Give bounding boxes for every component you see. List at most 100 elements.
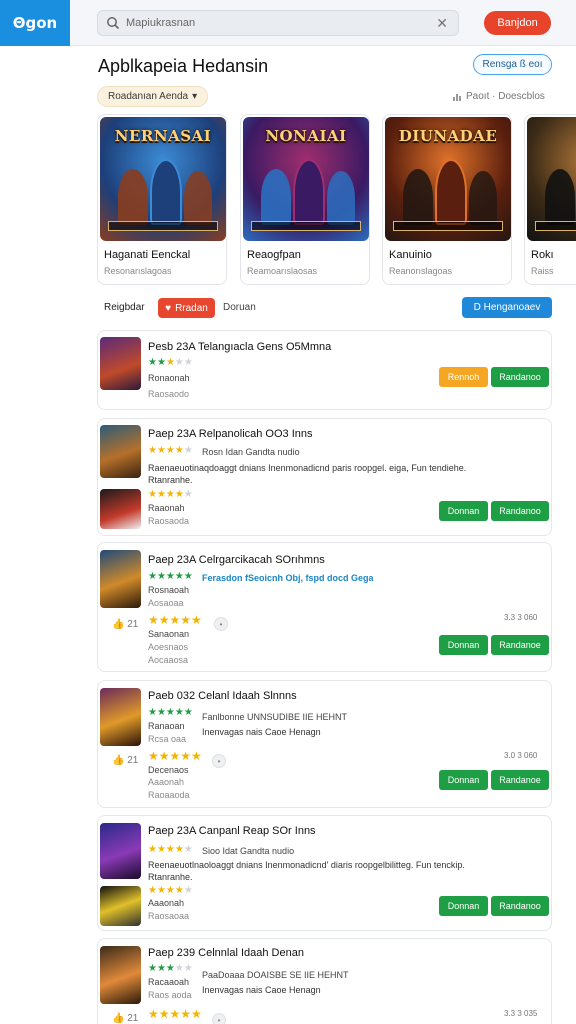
- list-card[interactable]: Pesb 23A Telangıacla Gens O5Mmna ★★★★★ R…: [97, 330, 552, 410]
- game-thumbnail-small[interactable]: [100, 489, 141, 529]
- card-subtitle: PaaDoaaa DOAISBE SE IIE HEHNT: [202, 970, 349, 980]
- card-line: Aoesnaos: [148, 642, 189, 652]
- sort-chip[interactable]: Roadanıan Aenda ▾: [97, 86, 209, 107]
- art-banner: [535, 221, 576, 231]
- featured-art[interactable]: DIUNADAE: [385, 117, 511, 241]
- character-figure: [261, 169, 291, 225]
- card-title[interactable]: Paep 23A Canpanl Reap SOr Inns: [148, 825, 316, 837]
- featured-art[interactable]: B: [527, 117, 576, 241]
- primary-button[interactable]: Randanoe: [491, 635, 549, 655]
- featured-name[interactable]: Rokı: [531, 249, 554, 261]
- secondary-button[interactable]: Rennoh: [439, 367, 488, 387]
- rating-stars: ★★★★★: [148, 963, 193, 974]
- stat-value: 3.3 3 060: [504, 613, 538, 622]
- more-icon[interactable]: •: [212, 1013, 226, 1024]
- rating-stars-secondary: ★★★★★: [148, 489, 193, 500]
- rating-stars: ★★★★★: [148, 571, 193, 582]
- rating-stars-secondary: ★★★★★: [148, 749, 202, 763]
- sort-chip-label: Roadanıan Aenda: [108, 91, 189, 102]
- rating-stars-secondary: ★★★★★: [148, 613, 202, 627]
- card-title[interactable]: Paep 23A Celrgarcikacah SOrıhmns: [148, 554, 325, 566]
- featured-subtitle: Reamoarıslaosas: [247, 266, 318, 276]
- game-thumbnail[interactable]: [100, 946, 141, 1004]
- filter-action-button[interactable]: D Henganoaev: [462, 297, 552, 318]
- featured-subtitle: Resonarıslagoas: [104, 266, 172, 276]
- character-figure: [184, 171, 212, 225]
- game-thumbnail[interactable]: [100, 337, 141, 390]
- game-thumbnail[interactable]: [100, 425, 141, 478]
- game-thumbnail[interactable]: [100, 550, 141, 608]
- card-description: Raenaeuotinaqdoaggt dnians Inenmonadicnd…: [148, 463, 467, 473]
- featured-art[interactable]: NERNASAI: [100, 117, 226, 241]
- card-line: Racaaoah: [148, 977, 190, 987]
- app-logo[interactable]: Θgon: [0, 0, 70, 46]
- list-card[interactable]: Paep 23A Relpanolicah OO3 Inns ★★★★★ Ros…: [97, 418, 552, 536]
- featured-card[interactable]: DIUNADAE Kanuinio Reanorıslagoas: [382, 114, 512, 285]
- like-count[interactable]: 👍 21: [112, 1013, 138, 1024]
- card-line: Decenaos: [148, 765, 189, 775]
- list-card[interactable]: Paep 23A Canpanl Reap SOr Inns ★★★★★ Sio…: [97, 815, 552, 931]
- card-title[interactable]: Paeb 032 Celanl Idaah Slnnns: [148, 690, 297, 702]
- card-title[interactable]: Pesb 23A Telangıacla Gens O5Mmna: [148, 341, 331, 353]
- rating-stars: ★★★★★: [148, 357, 193, 368]
- rating-stars-secondary: ★★★★★: [148, 885, 193, 896]
- sign-in-button[interactable]: Banjdon: [484, 11, 551, 35]
- featured-name[interactable]: Reaogfpan: [247, 249, 301, 261]
- featured-name[interactable]: Kanuinio: [389, 249, 432, 261]
- character-figure: [469, 171, 497, 225]
- secondary-button[interactable]: Donnan: [439, 635, 488, 655]
- card-line: Aaaonah: [148, 777, 185, 787]
- featured-card[interactable]: NERNASAI Haganati Eenckal Resonarıslagoas: [97, 114, 227, 285]
- featured-card[interactable]: B Rokı Raiss: [524, 114, 576, 285]
- game-thumbnail-small[interactable]: [100, 886, 141, 926]
- rating-stars: ★★★★★: [148, 844, 193, 855]
- featured-art[interactable]: NONAIAI: [243, 117, 369, 241]
- game-thumbnail[interactable]: [100, 823, 141, 879]
- list-card[interactable]: Paeb 032 Celanl Idaah Slnnns ★★★★★ Fanlb…: [97, 680, 552, 808]
- primary-button[interactable]: Randanoo: [491, 367, 549, 387]
- featured-art-title: NERNASAI: [114, 127, 212, 145]
- more-icon[interactable]: •: [214, 617, 228, 631]
- like-count-value: 21: [127, 619, 139, 630]
- chevron-down-icon: ▾: [192, 91, 198, 102]
- filter-active-button[interactable]: ♥ Rradan: [158, 298, 215, 318]
- featured-art-title: NONAIAI: [265, 127, 347, 145]
- card-line: Aaaonah: [148, 898, 185, 908]
- like-count[interactable]: 👍 21: [112, 755, 138, 766]
- header-outline-button[interactable]: Rensga ß eoı: [473, 54, 552, 75]
- card-title[interactable]: Paep 239 Celnnlal Idaah Denan: [148, 947, 304, 959]
- primary-button[interactable]: Randanoo: [491, 896, 549, 916]
- featured-subtitle: Raiss: [531, 266, 554, 276]
- thumbs-up-icon: 👍: [112, 755, 125, 766]
- card-line: Sanaonan: [148, 629, 190, 639]
- card-line: Raos aoda: [148, 990, 192, 1000]
- character-figure: [403, 169, 433, 225]
- secondary-button[interactable]: Donnan: [439, 896, 488, 916]
- secondary-button[interactable]: Donnan: [439, 770, 488, 790]
- card-title[interactable]: Paep 23A Relpanolicah OO3 Inns: [148, 428, 313, 440]
- primary-button[interactable]: Randanoe: [491, 770, 549, 790]
- top-bar: Θgon ✕ Banjdon: [0, 0, 576, 46]
- card-description-2: Rtanranhe.: [148, 475, 193, 485]
- primary-button[interactable]: Randanoo: [491, 501, 549, 521]
- search-bar[interactable]: ✕: [97, 10, 459, 36]
- search-input[interactable]: [126, 17, 416, 29]
- search-icon: [106, 16, 120, 30]
- card-description: Reenaeuotlnaoloaggt dnians Inenmonadicnd…: [148, 860, 465, 870]
- like-count[interactable]: 👍 21: [112, 619, 138, 630]
- clear-search-icon[interactable]: ✕: [436, 15, 448, 32]
- list-card[interactable]: Paep 23A Celrgarcikacah SOrıhmns ★★★★★ F…: [97, 542, 552, 672]
- card-line: Raosaoda: [148, 516, 190, 526]
- game-thumbnail[interactable]: [100, 688, 141, 746]
- rating-stars: ★★★★★: [148, 707, 193, 718]
- list-card[interactable]: Paep 239 Celnnlal Idaah Denan ★★★★★ PaaD…: [97, 938, 552, 1024]
- more-icon[interactable]: •: [212, 754, 226, 768]
- featured-card[interactable]: NONAIAI Reaogfpan Reamoarıslaosas: [240, 114, 370, 285]
- featured-name[interactable]: Haganati Eenckal: [104, 249, 190, 261]
- card-line: Raaonah: [148, 503, 185, 513]
- character-figure: [327, 171, 355, 225]
- filter-other-option[interactable]: Doruan: [223, 302, 256, 313]
- card-subtitle: Rosn Idan Gandta nudio: [202, 447, 300, 457]
- secondary-button[interactable]: Donnan: [439, 501, 488, 521]
- card-subtitle-text: Ferasdon fSeoicnh Obj, fspd docd Gega: [202, 573, 374, 583]
